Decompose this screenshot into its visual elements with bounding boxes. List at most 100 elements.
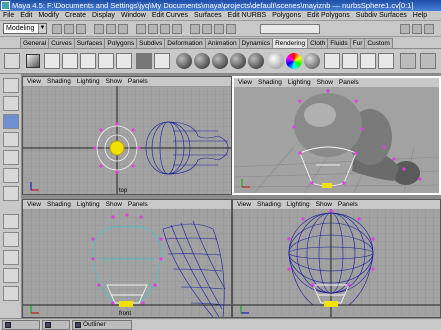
shelf-ramp-shader-icon[interactable] <box>286 53 302 69</box>
panel-menu-show[interactable]: Show <box>317 79 333 86</box>
input-field[interactable] <box>260 24 320 34</box>
shelf-batch-render-icon[interactable] <box>360 53 376 69</box>
new-scene-icon[interactable] <box>52 24 62 34</box>
shelf-tab-fluids[interactable]: Fluids <box>327 38 351 48</box>
panel-menu-lighting[interactable]: Lighting <box>287 201 310 208</box>
shelf-extra-icon[interactable] <box>420 53 436 69</box>
construction-history-icon[interactable] <box>190 24 200 34</box>
shelf-lambert-sphere-icon[interactable] <box>176 53 192 69</box>
select-object-icon[interactable] <box>106 24 116 34</box>
shelf-surface-shader-icon[interactable] <box>268 53 284 69</box>
menu-edit-nurbs[interactable]: Edit NURBS <box>225 11 270 20</box>
shelf-hypershade-icon[interactable] <box>154 53 170 69</box>
shelf-tab-curves[interactable]: Curves <box>48 38 75 48</box>
panel-menu-view[interactable]: View <box>27 78 41 85</box>
snap-curve-icon[interactable] <box>148 24 158 34</box>
panel-menu-show[interactable]: Show <box>106 201 122 208</box>
scale-tool-icon[interactable] <box>3 150 19 165</box>
lasso-tool-icon[interactable] <box>3 96 19 111</box>
viewport-persp[interactable]: View Shading Lighting Show Panels <box>232 76 441 195</box>
shelf-phonge-sphere-icon[interactable] <box>230 53 246 69</box>
shelf-tab-deformation[interactable]: Deformation <box>164 38 206 48</box>
panel-menu-show[interactable]: Show <box>106 78 122 85</box>
panel-menu-panels[interactable]: Panels <box>128 78 148 85</box>
shelf-camera-icon[interactable] <box>26 54 40 68</box>
shelf-ambient-light-icon[interactable] <box>44 53 60 69</box>
ipr-render-icon[interactable] <box>214 24 224 34</box>
shelf-volume-light-icon[interactable] <box>136 53 152 69</box>
snap-point-icon[interactable] <box>160 24 170 34</box>
viewport-front[interactable]: View Shading Lighting Show Panels front <box>22 199 232 318</box>
menu-window[interactable]: Window <box>118 11 149 20</box>
shelf-tab-polygons[interactable]: Polygons <box>104 38 138 48</box>
layout-four-icon[interactable] <box>3 232 19 247</box>
show-channel-box-icon[interactable] <box>424 24 434 34</box>
move-tool-icon[interactable] <box>3 114 19 129</box>
save-scene-icon[interactable] <box>76 24 86 34</box>
manipulator-tool-icon[interactable] <box>3 168 19 183</box>
menu-edit[interactable]: Edit <box>17 11 35 20</box>
snap-grid-icon[interactable] <box>136 24 146 34</box>
shelf-directional-light-icon[interactable] <box>62 53 78 69</box>
panel-menu-lighting[interactable]: Lighting <box>288 79 311 86</box>
outliner-button[interactable]: Outliner <box>72 320 132 330</box>
shelf-tab-surfaces[interactable]: Surfaces <box>73 38 106 48</box>
mode-selector[interactable]: Modeling ▼ <box>3 23 47 34</box>
render-globals-icon[interactable] <box>226 24 236 34</box>
menu-surfaces[interactable]: Surfaces <box>191 11 225 20</box>
last-tool-icon[interactable] <box>3 186 19 201</box>
panel-menu-lighting[interactable]: Lighting <box>77 78 100 85</box>
menu-subdiv-surfaces[interactable]: Subdiv Surfaces <box>353 11 410 20</box>
shelf-menu-icon[interactable] <box>4 53 20 69</box>
select-hierarchy-icon[interactable] <box>94 24 104 34</box>
shelf-ipr-icon[interactable] <box>342 53 358 69</box>
open-scene-icon[interactable] <box>64 24 74 34</box>
shelf-blinn-sphere-icon[interactable] <box>194 53 210 69</box>
shelf-anisotropic-sphere-icon[interactable] <box>248 53 264 69</box>
menu-file[interactable]: File <box>0 11 17 20</box>
shelf-phong-sphere-icon[interactable] <box>212 53 228 69</box>
panel-menu-panels[interactable]: Panels <box>339 79 359 86</box>
select-tool-icon[interactable] <box>3 78 19 93</box>
panel-menu-panels[interactable]: Panels <box>128 201 148 208</box>
select-component-icon[interactable] <box>118 24 128 34</box>
show-tool-settings-icon[interactable] <box>412 24 422 34</box>
panel-menu-show[interactable]: Show <box>316 201 332 208</box>
panel-menu-shading[interactable]: Shading <box>47 201 71 208</box>
shelf-tab-cloth[interactable]: Cloth <box>307 38 329 48</box>
shelf-tab-dynamics[interactable]: Dynamics <box>238 38 274 48</box>
shelf-tab-custom[interactable]: Custom <box>364 38 393 48</box>
menu-edit-polygons[interactable]: Edit Polygons <box>304 11 353 20</box>
panel-menu-shading[interactable]: Shading <box>258 79 282 86</box>
panel-menu-view[interactable]: View <box>27 201 41 208</box>
panel-menu-shading[interactable]: Shading <box>47 78 71 85</box>
panel-menu-view[interactable]: View <box>237 201 251 208</box>
minimized-window-button[interactable] <box>2 320 40 330</box>
shelf-render-view-icon[interactable] <box>378 53 394 69</box>
panel-menu-panels[interactable]: Panels <box>338 201 358 208</box>
viewport-side[interactable]: View Shading Lighting Show Panels <box>232 199 441 318</box>
menu-help[interactable]: Help <box>410 11 430 20</box>
shelf-tab-fur[interactable]: Fur <box>349 38 366 48</box>
shelf-spot-light-icon[interactable] <box>98 53 114 69</box>
snap-view-plane-icon[interactable] <box>172 24 182 34</box>
menu-modify[interactable]: Modify <box>35 11 62 20</box>
shelf-tab-animation[interactable]: Animation <box>204 38 240 48</box>
panel-menu-lighting[interactable]: Lighting <box>77 201 100 208</box>
menu-create[interactable]: Create <box>62 11 89 20</box>
viewport-top[interactable]: View Shading Lighting Show Panels top <box>22 76 232 195</box>
menu-display[interactable]: Display <box>89 11 118 20</box>
shelf-use-background-icon[interactable] <box>304 53 320 69</box>
shelf-area-light-icon[interactable] <box>116 53 132 69</box>
shelf-tab-general[interactable]: General <box>20 38 50 48</box>
show-attribute-editor-icon[interactable] <box>400 24 410 34</box>
layout-outliner-icon[interactable] <box>3 268 19 283</box>
layout-hypershade-icon[interactable] <box>3 286 19 301</box>
rotate-tool-icon[interactable] <box>3 132 19 147</box>
layout-two-icon[interactable] <box>3 250 19 265</box>
layout-single-icon[interactable] <box>3 214 19 229</box>
shelf-tab-rendering[interactable]: Rendering <box>272 38 309 48</box>
panel-menu-shading[interactable]: Shading <box>257 201 281 208</box>
shelf-render-icon[interactable] <box>324 53 340 69</box>
minimized-window-button-2[interactable] <box>42 320 70 330</box>
